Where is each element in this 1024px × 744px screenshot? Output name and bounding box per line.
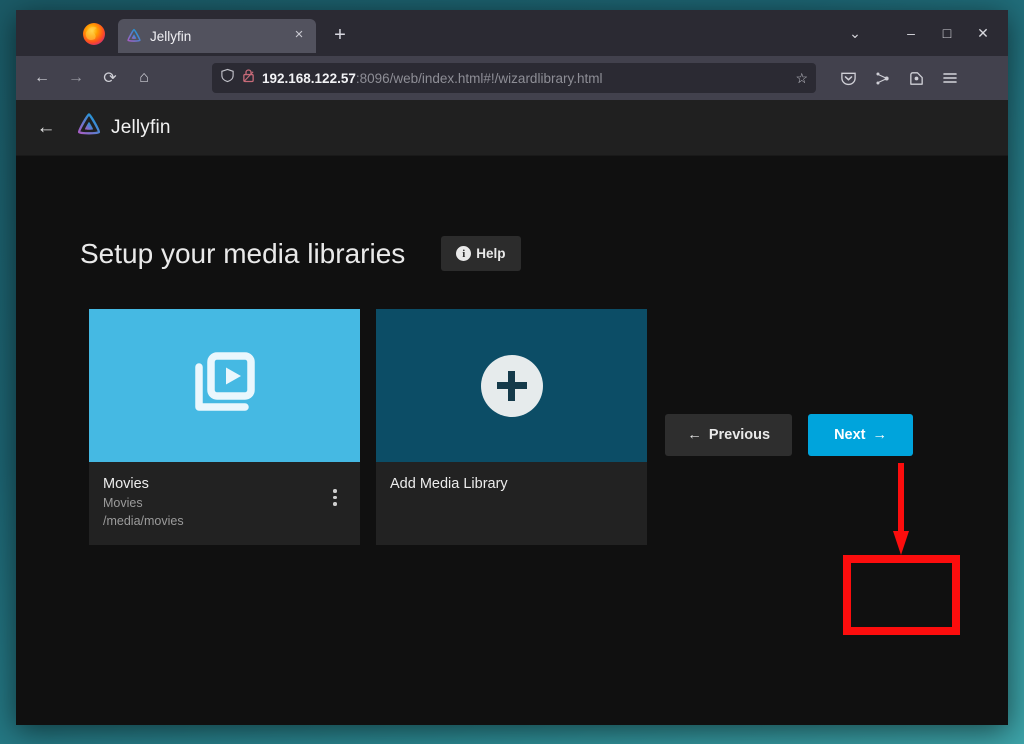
browser-tab-jellyfin[interactable]: Jellyfin ×: [118, 19, 316, 53]
new-tab-button[interactable]: +: [326, 22, 354, 50]
kebab-dot: [333, 489, 337, 493]
firefox-icon: [78, 18, 110, 50]
account-icon[interactable]: [900, 62, 932, 94]
browser-toolbar-right: [832, 62, 966, 94]
browser-tabstrip: Jellyfin × + ⌄ – □ ✕: [16, 10, 1008, 56]
minimize-button[interactable]: –: [894, 16, 928, 50]
bookmark-star-icon[interactable]: ☆: [795, 70, 808, 87]
next-button[interactable]: Next →: [808, 414, 913, 456]
extensions-icon[interactable]: [866, 62, 898, 94]
close-window-button[interactable]: ✕: [966, 16, 1000, 50]
home-button[interactable]: ⌂: [128, 62, 160, 94]
url-bar[interactable]: 192.168.122.57:8096/web/index.html#!/wiz…: [212, 63, 816, 93]
window-controls: ⌄ – □ ✕: [838, 10, 1008, 56]
menu-icon[interactable]: [934, 62, 966, 94]
jellyfin-logo-icon: [76, 112, 102, 143]
previous-button[interactable]: ← Previous: [665, 414, 792, 456]
back-button[interactable]: ←: [26, 62, 58, 94]
page-header: Setup your media libraries i Help: [16, 156, 1008, 271]
shield-icon[interactable]: [220, 68, 235, 88]
tab-list-chevron-icon[interactable]: ⌄: [838, 16, 872, 50]
info-icon: i: [456, 246, 471, 261]
forward-button[interactable]: →: [60, 62, 92, 94]
maximize-button[interactable]: □: [930, 16, 964, 50]
library-card-name: Movies: [103, 475, 324, 494]
url-host: 192.168.122.57: [262, 71, 356, 86]
close-icon[interactable]: ×: [290, 27, 308, 45]
more-vertical-icon[interactable]: [324, 475, 346, 506]
jellyfin-brand-name: Jellyfin: [111, 117, 171, 139]
pocket-icon[interactable]: [832, 62, 864, 94]
library-card-path: /media/movies: [103, 512, 324, 530]
next-button-label: Next: [834, 427, 865, 443]
right-arrow-icon: →: [873, 427, 888, 443]
left-arrow-icon: ←: [687, 427, 702, 443]
app-back-button[interactable]: ←: [34, 117, 58, 139]
help-button[interactable]: i Help: [441, 236, 520, 271]
url-path: :8096/web/index.html#!/wizardlibrary.htm…: [356, 71, 603, 86]
media-library-card-list: Movies Movies /media/movies: [16, 271, 1008, 545]
library-card-type: Movies: [103, 494, 324, 512]
lock-icon[interactable]: [242, 68, 255, 88]
add-library-card-footer: Add Media Library: [376, 462, 647, 544]
page-title: Setup your media libraries: [80, 238, 405, 270]
reload-button[interactable]: ⟳: [94, 62, 126, 94]
url-text[interactable]: 192.168.122.57:8096/web/index.html#!/wiz…: [262, 71, 788, 86]
library-card-texts: Movies Movies /media/movies: [103, 475, 324, 530]
jellyfin-wizard-page: Setup your media libraries i Help: [16, 156, 1008, 725]
help-button-label: Help: [476, 246, 505, 261]
jellyfin-favicon: [126, 28, 142, 44]
plus-circle-icon: [481, 355, 543, 417]
previous-button-label: Previous: [709, 427, 770, 443]
kebab-dot: [333, 502, 337, 506]
jellyfin-brand[interactable]: Jellyfin: [76, 112, 171, 143]
firefox-browser-window: Jellyfin × + ⌄ – □ ✕ ← → ⟳ ⌂: [16, 10, 1008, 725]
add-library-card-texts: Add Media Library: [390, 475, 633, 494]
wizard-navigation: ← Previous Next →: [16, 414, 1008, 456]
library-card-footer: Movies Movies /media/movies: [89, 462, 360, 545]
add-library-card-label: Add Media Library: [390, 475, 633, 494]
jellyfin-app-header: ← Jellyfin: [16, 100, 1008, 156]
kebab-dot: [333, 496, 337, 500]
browser-tab-title: Jellyfin: [150, 29, 282, 44]
desktop-background: Jellyfin × + ⌄ – □ ✕ ← → ⟳ ⌂: [0, 0, 1024, 744]
browser-navigation-bar: ← → ⟳ ⌂ 192.168.122.57:8096/web/index.ht…: [16, 56, 1008, 100]
